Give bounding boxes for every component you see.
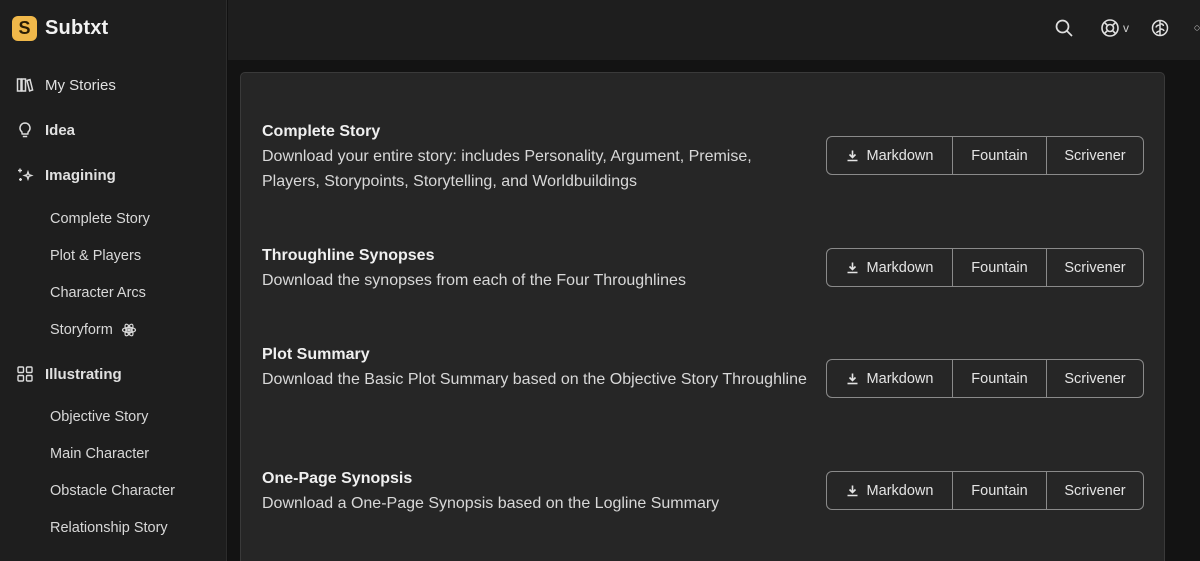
nav-label: Imagining: [45, 166, 116, 184]
download-icon: [846, 149, 859, 162]
download-button-group: Markdown Fountain Scrivener: [826, 471, 1144, 510]
brand-name: Subtxt: [45, 17, 109, 39]
export-row-throughline-synopses: Throughline Synopses Download the synops…: [262, 246, 1144, 293]
fountain-download-button[interactable]: Fountain: [953, 472, 1047, 509]
grid-icon: [16, 365, 34, 383]
button-label: Markdown: [866, 259, 934, 276]
scrivener-download-button[interactable]: Scrivener: [1047, 249, 1143, 286]
markdown-download-button[interactable]: Markdown: [827, 249, 953, 286]
sidebar-item-storyform[interactable]: Storyform: [50, 320, 137, 340]
nav-label: Illustrating: [45, 365, 122, 383]
nav-illustrating[interactable]: Illustrating: [16, 362, 122, 386]
export-row-complete-story: Complete Story Download your entire stor…: [262, 122, 1144, 194]
nav-label: My Stories: [45, 76, 116, 94]
download-button-group: Markdown Fountain Scrivener: [826, 248, 1144, 287]
help-icon: [1100, 18, 1120, 38]
sidebar-item-label: Storyform: [50, 322, 113, 338]
button-label: Markdown: [866, 147, 934, 164]
sidebar-item-plot-players[interactable]: Plot & Players: [50, 246, 141, 266]
nav-idea[interactable]: Idea: [16, 118, 75, 142]
sidebar: S Subtxt My Stories Idea Imagining Compl…: [0, 0, 227, 561]
export-description: Download the Basic Plot Summary based on…: [262, 371, 807, 388]
export-description: Download a One-Page Synopsis based on th…: [262, 495, 720, 512]
scrivener-download-button[interactable]: Scrivener: [1047, 137, 1143, 174]
books-icon: [16, 76, 34, 94]
download-button-group: Markdown Fountain Scrivener: [826, 136, 1144, 175]
download-icon: [846, 261, 859, 274]
download-icon: [846, 372, 859, 385]
export-row-plot-summary: Plot Summary Download the Basic Plot Sum…: [262, 345, 1144, 398]
fountain-download-button[interactable]: Fountain: [953, 137, 1047, 174]
export-card: Complete Story Download your entire stor…: [240, 72, 1165, 561]
atom-icon: [121, 322, 137, 338]
markdown-download-button[interactable]: Markdown: [827, 472, 953, 509]
app: S Subtxt My Stories Idea Imagining Compl…: [0, 0, 1200, 561]
sidebar-item-obstacle-character[interactable]: Obstacle Character: [50, 481, 175, 501]
chevron-down-icon: v: [1123, 21, 1129, 35]
scrivener-download-button[interactable]: Scrivener: [1047, 472, 1143, 509]
nav-my-stories[interactable]: My Stories: [16, 73, 116, 97]
export-row-one-page-synopsis: One-Page Synopsis Download a One-Page Sy…: [262, 469, 1144, 516]
export-description: Download your entire story: includes Per…: [262, 148, 752, 190]
brain-icon[interactable]: [1150, 17, 1170, 39]
scrivener-download-button[interactable]: Scrivener: [1047, 360, 1143, 397]
search-icon[interactable]: [1054, 17, 1074, 39]
lightbulb-icon: [16, 121, 34, 139]
nav-label: Idea: [45, 121, 76, 139]
fountain-download-button[interactable]: Fountain: [953, 249, 1047, 286]
button-label: Markdown: [866, 370, 934, 387]
markdown-download-button[interactable]: Markdown: [827, 137, 953, 174]
brand[interactable]: S Subtxt: [12, 16, 108, 41]
export-description: Download the synopses from each of the F…: [262, 272, 686, 289]
nav-imagining[interactable]: Imagining: [16, 163, 116, 187]
help-menu-button[interactable]: v: [1100, 17, 1129, 39]
overflow-icon[interactable]: [1194, 17, 1200, 39]
sidebar-item-relationship-story[interactable]: Relationship Story: [50, 518, 168, 538]
sidebar-item-main-character[interactable]: Main Character: [50, 444, 149, 464]
markdown-download-button[interactable]: Markdown: [827, 360, 953, 397]
sparkles-icon: [16, 166, 34, 184]
top-bar: v: [228, 0, 1200, 60]
sidebar-item-complete-story[interactable]: Complete Story: [50, 209, 150, 229]
sidebar-item-objective-story[interactable]: Objective Story: [50, 407, 148, 427]
subtxt-logo: S: [12, 16, 37, 41]
download-icon: [846, 484, 859, 497]
download-button-group: Markdown Fountain Scrivener: [826, 359, 1144, 398]
button-label: Markdown: [866, 482, 934, 499]
fountain-download-button[interactable]: Fountain: [953, 360, 1047, 397]
sidebar-item-character-arcs[interactable]: Character Arcs: [50, 283, 146, 303]
main-content: Complete Story Download your entire stor…: [228, 60, 1200, 561]
